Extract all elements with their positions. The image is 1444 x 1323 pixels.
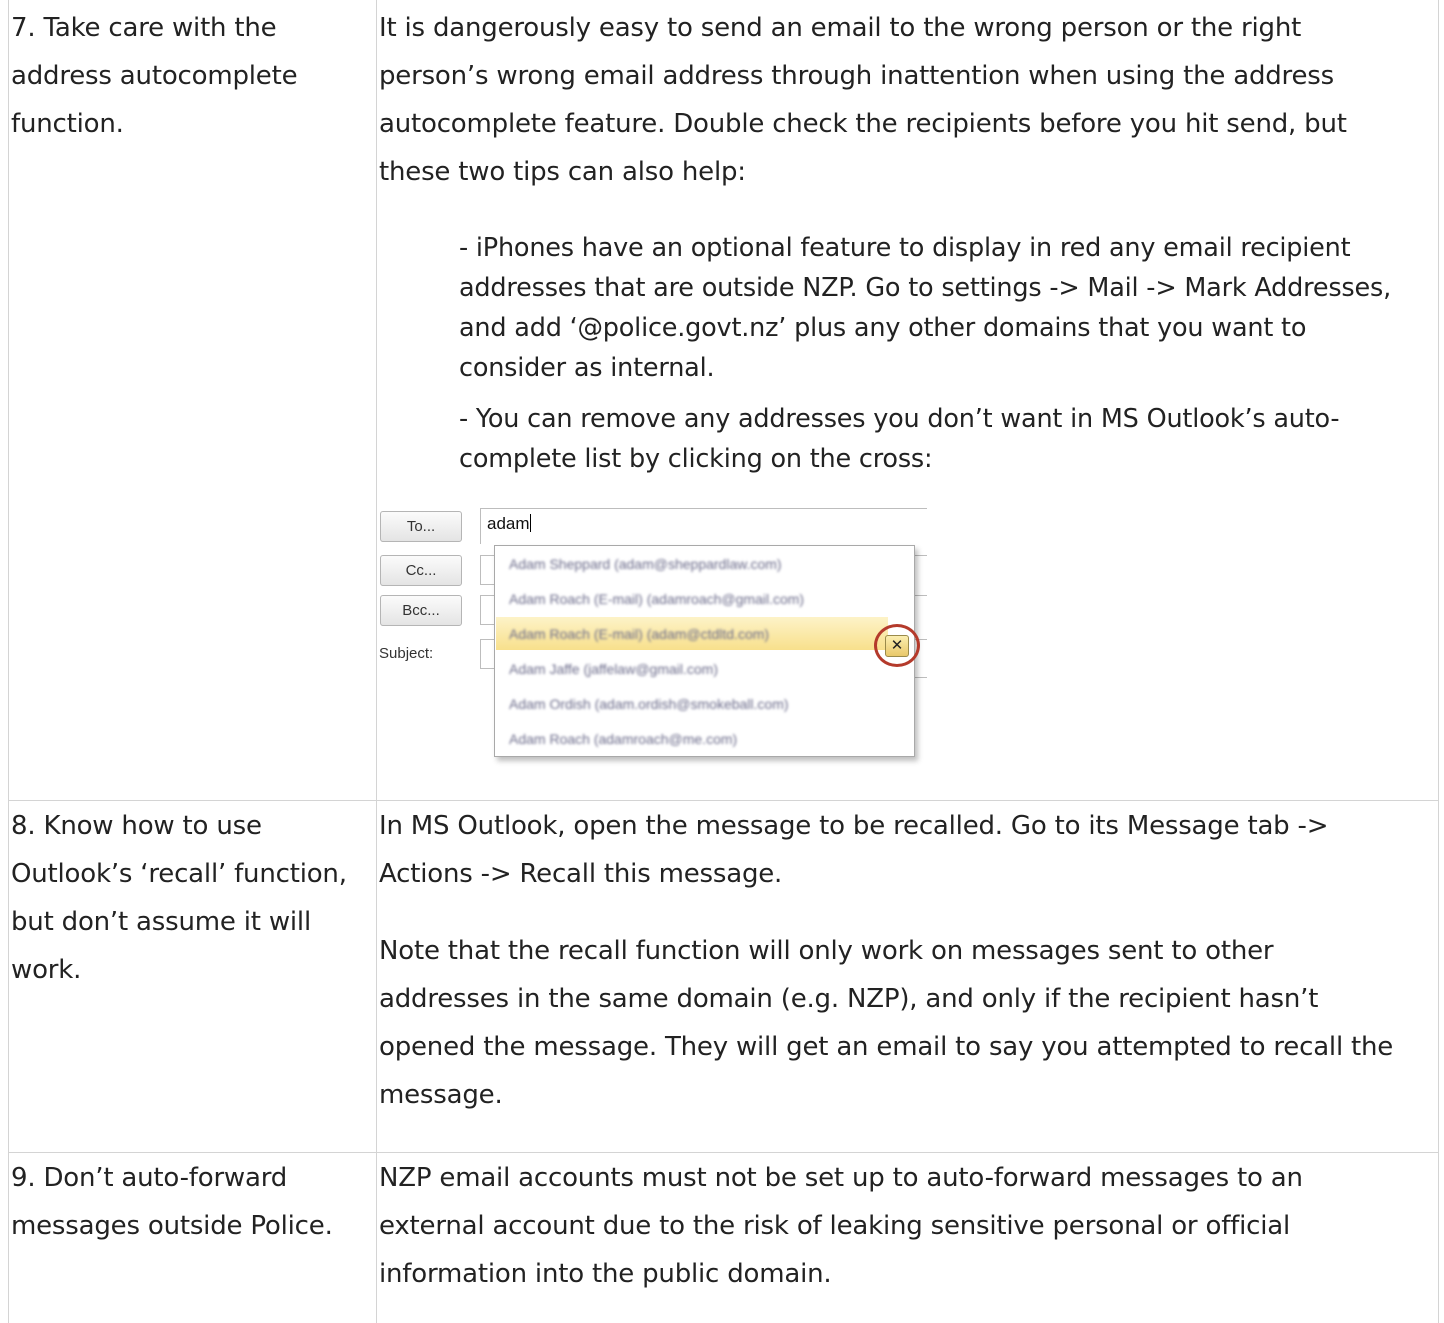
row-divider-2 xyxy=(8,1152,1439,1153)
tip-7-bullet-outlook: - You can remove any addresses you don’t… xyxy=(459,404,1340,474)
bcc-button[interactable]: Bcc... xyxy=(380,595,462,626)
autocomplete-suggestion[interactable]: Adam Roach (E-mail) (adam@ctdltd.com) xyxy=(495,617,914,651)
field-edge xyxy=(915,555,927,556)
to-field-value: adam xyxy=(487,514,530,533)
row-divider-1 xyxy=(8,800,1439,801)
cc-button[interactable]: Cc... xyxy=(380,555,462,586)
autocomplete-suggestion[interactable]: Adam Roach (adamroach@me.com) xyxy=(495,722,914,756)
bcc-field[interactable] xyxy=(480,595,494,625)
outlook-autocomplete-screenshot: To... Cc... Bcc... Subject: adam Adam Sh… xyxy=(377,505,927,763)
autocomplete-suggestion[interactable]: Adam Sheppard (adam@sheppardlaw.com) xyxy=(495,547,914,581)
autocomplete-suggestion[interactable]: Adam Ordish (adam.ordish@smokeball.com) xyxy=(495,687,914,721)
table-right-border xyxy=(1438,0,1439,1323)
tip-7-bullet-iphone: - iPhones have an optional feature to di… xyxy=(459,233,1392,383)
tip-9-body: NZP email accounts must not be set up to… xyxy=(379,1163,1303,1289)
subject-label: Subject: xyxy=(379,645,434,662)
cc-field[interactable] xyxy=(480,555,494,585)
close-icon[interactable]: ✕ xyxy=(885,634,909,657)
field-edge xyxy=(915,677,927,678)
tip-8-body: In MS Outlook, open the message to be re… xyxy=(379,811,1329,889)
tip-9-heading: 9. Don’t auto-forward messages outside P… xyxy=(11,1163,333,1241)
subject-field[interactable] xyxy=(480,639,494,669)
remove-suggestion-highlight: ✕ xyxy=(874,624,920,667)
autocomplete-suggestion[interactable]: Adam Jaffe (jaffelaw@gmail.com) xyxy=(495,652,914,686)
autocomplete-list: Adam Sheppard (adam@sheppardlaw.com) Ada… xyxy=(494,545,915,757)
to-button[interactable]: To... xyxy=(380,511,462,542)
text-caret xyxy=(529,514,531,532)
table-left-border xyxy=(8,0,9,1323)
field-edge xyxy=(915,595,927,596)
tip-7-body: It is dangerously easy to send an email … xyxy=(379,13,1347,187)
tip-8-heading: 8. Know how to use Outlook’s ‘recall’ fu… xyxy=(11,811,347,985)
autocomplete-suggestion[interactable]: Adam Roach (E-mail) (adamroach@gmail.com… xyxy=(495,582,914,616)
tip-7-heading: 7. Take care with the address autocomple… xyxy=(11,13,298,139)
tip-8-note: Note that the recall function will only … xyxy=(379,936,1394,1110)
to-field[interactable]: adam xyxy=(480,508,927,544)
